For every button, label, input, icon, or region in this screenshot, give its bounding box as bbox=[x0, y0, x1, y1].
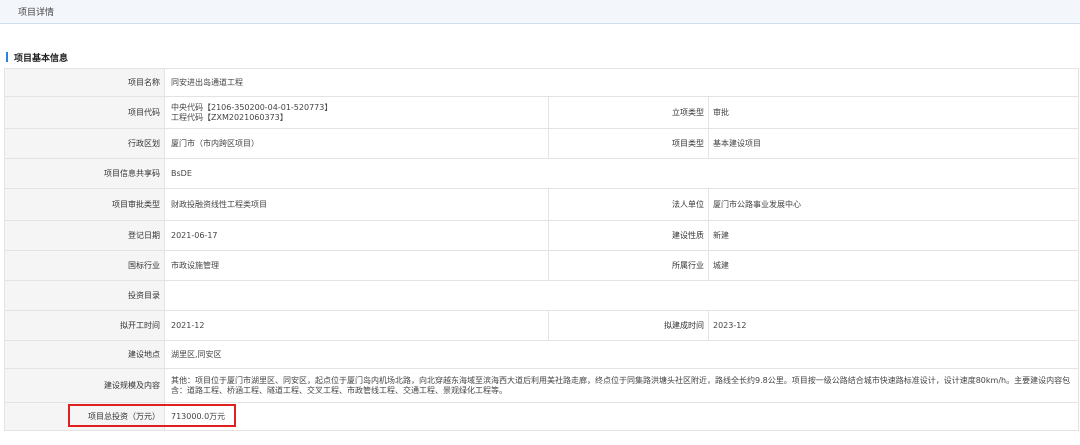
project-code-label: 项目代码 bbox=[4, 96, 165, 129]
table-row: 建设地点 湖里区,同安区 bbox=[4, 340, 1080, 369]
section-accent-bar bbox=[6, 52, 8, 62]
tab-project-detail[interactable]: 项目详情 bbox=[18, 5, 54, 18]
location-label: 建设地点 bbox=[4, 340, 165, 369]
legal-unit-value: 厦门市公路事业发展中心 bbox=[707, 188, 1080, 221]
table-row: 国标行业 市政设施管理 所属行业 城建 bbox=[4, 250, 1080, 281]
start-time-value: 2021-12 bbox=[164, 310, 549, 341]
industry-label: 所属行业 bbox=[548, 250, 709, 281]
table-row: 项目总投资（万元） 713000.0万元 bbox=[4, 402, 1080, 431]
project-code-value: 中央代码【2106-350200-04-01-520773】 工程代码【ZXM2… bbox=[164, 96, 549, 129]
table-row: 行政区划 厦门市（市内跨区项目） 项目类型 基本建设项目 bbox=[4, 128, 1080, 159]
scale-value: 其他：项目位于厦门市湖里区、同安区，起点位于厦门岛内机场北路，向北穿越东海域至滨… bbox=[163, 368, 1080, 403]
investment-catalog-label: 投资目录 bbox=[4, 280, 165, 311]
project-name-label: 项目名称 bbox=[4, 68, 165, 97]
table-row: 拟开工时间 2021-12 拟建成时间 2023-12 bbox=[4, 310, 1080, 341]
project-code-central: 中央代码【2106-350200-04-01-520773】 bbox=[171, 102, 333, 112]
legal-unit-label: 法人单位 bbox=[548, 188, 709, 221]
project-info-table: 项目名称 同安进出岛通道工程 项目代码 中央代码【2106-350200-04-… bbox=[4, 68, 1080, 431]
project-name-value: 同安进出岛通道工程 bbox=[163, 68, 1080, 97]
national-industry-label: 国标行业 bbox=[4, 250, 165, 281]
national-industry-value: 市政设施管理 bbox=[164, 250, 549, 281]
review-type-value: 财政投融资线性工程类项目 bbox=[164, 188, 549, 221]
completion-time-value: 2023-12 bbox=[707, 310, 1080, 341]
approval-type-label: 立项类型 bbox=[548, 96, 709, 129]
construction-nature-label: 建设性质 bbox=[548, 220, 709, 251]
register-date-value: 2021-06-17 bbox=[164, 220, 549, 251]
register-date-label: 登记日期 bbox=[4, 220, 165, 251]
total-investment-label: 项目总投资（万元） bbox=[4, 402, 165, 431]
start-time-label: 拟开工时间 bbox=[4, 310, 165, 341]
completion-time-label: 拟建成时间 bbox=[548, 310, 709, 341]
project-code-engineering: 工程代码【ZXM2021060373】 bbox=[171, 112, 288, 122]
table-row: 建设规模及内容 其他：项目位于厦门市湖里区、同安区，起点位于厦门岛内机场北路，向… bbox=[4, 368, 1080, 403]
approval-type-value: 审批 bbox=[707, 96, 1080, 129]
industry-value: 城建 bbox=[707, 250, 1080, 281]
admin-region-value: 厦门市（市内跨区项目） bbox=[164, 128, 549, 159]
section-title: 项目基本信息 bbox=[14, 53, 69, 64]
construction-nature-value: 新建 bbox=[707, 220, 1080, 251]
top-tab-bar: 项目详情 bbox=[0, 0, 1080, 24]
table-row: 登记日期 2021-06-17 建设性质 新建 bbox=[4, 220, 1080, 251]
scale-label: 建设规模及内容 bbox=[4, 368, 165, 403]
project-category-value: 基本建设项目 bbox=[707, 128, 1080, 159]
location-value: 湖里区,同安区 bbox=[163, 340, 1080, 369]
total-investment-value: 713000.0万元 bbox=[163, 402, 1080, 431]
project-category-label: 项目类型 bbox=[548, 128, 709, 159]
review-type-label: 项目审批类型 bbox=[4, 188, 165, 221]
admin-region-label: 行政区划 bbox=[4, 128, 165, 159]
table-row: 项目代码 中央代码【2106-350200-04-01-520773】 工程代码… bbox=[4, 96, 1080, 129]
table-row: 投资目录 bbox=[4, 280, 1080, 311]
share-code-label: 项目信息共享码 bbox=[4, 158, 165, 189]
share-code-value: BsDE bbox=[163, 158, 1080, 189]
table-row: 项目审批类型 财政投融资线性工程类项目 法人单位 厦门市公路事业发展中心 bbox=[4, 188, 1080, 221]
table-row: 项目名称 同安进出岛通道工程 bbox=[4, 68, 1080, 97]
investment-catalog-value bbox=[163, 280, 1080, 311]
table-row: 项目信息共享码 BsDE bbox=[4, 158, 1080, 189]
section-header: 项目基本信息 bbox=[6, 51, 69, 64]
